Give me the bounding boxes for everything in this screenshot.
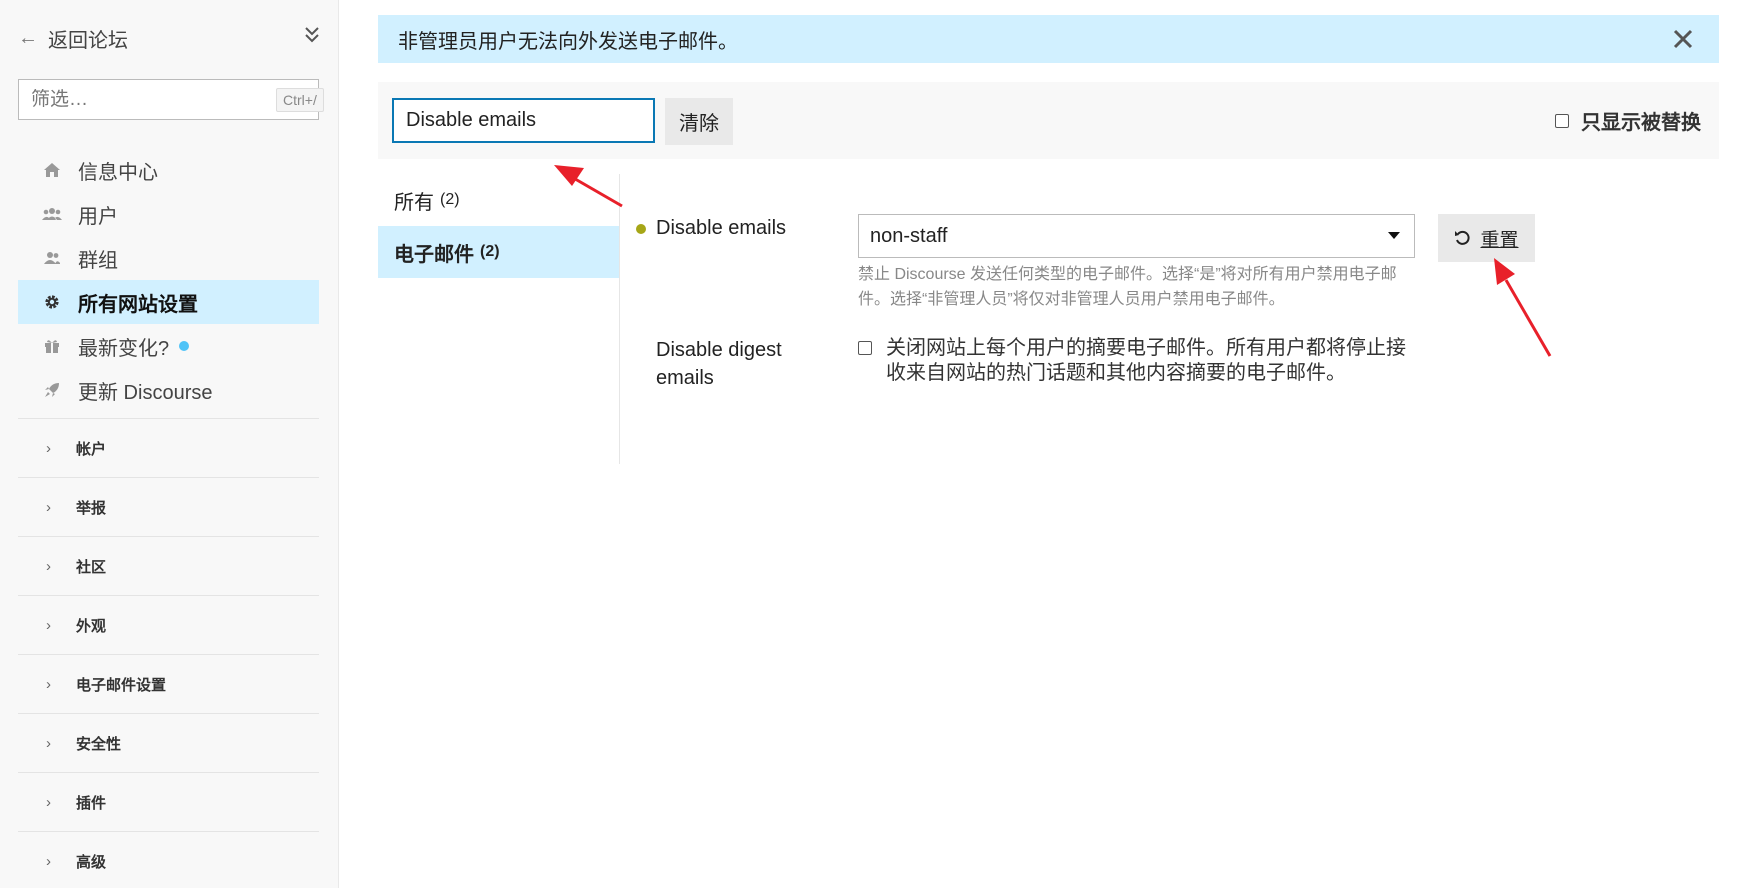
caret-down-icon (1388, 232, 1400, 239)
section-label: 电子邮件设置 (76, 676, 167, 694)
close-icon[interactable] (1669, 25, 1697, 53)
section-label: 帐户 (76, 440, 107, 458)
category-label: 电子邮件 (394, 243, 474, 266)
category-all[interactable]: 所有 (2) (378, 174, 619, 226)
gear-icon (42, 292, 62, 312)
collapse-all-icon[interactable] (304, 26, 320, 49)
arrow-left-icon: ← (18, 27, 38, 49)
sidebar-item-label: 群组 (78, 249, 118, 272)
undo-icon (1454, 229, 1472, 247)
sidebar-section-appearance[interactable]: › 外观 (18, 596, 319, 655)
rocket-icon (42, 380, 62, 400)
chevron-right-icon: › (46, 616, 51, 634)
sidebar-item-users[interactable]: 用户 (18, 192, 319, 236)
new-indicator-dot (179, 341, 190, 351)
admin-sidebar: ← 返回论坛 Ctrl+/ 信息中心 用户 群组 (0, 0, 339, 888)
notice-banner-text: 非管理员用户无法向外发送电子邮件。 (398, 30, 738, 53)
sidebar-nav: 信息中心 用户 群组 所有网站设置 最新变化? 更新 Discourse (18, 148, 319, 412)
setting-description-row: 关闭网站上每个用户的摘要电子邮件。所有用户都将停止接收来自网站的热门话题和其他内… (858, 336, 1418, 386)
category-label: 所有 (394, 191, 434, 214)
chevron-right-icon: › (46, 557, 51, 575)
chevron-right-icon: › (46, 734, 51, 752)
filter-shortcut-hint: Ctrl+/ (276, 87, 324, 112)
category-count: (2) (440, 191, 460, 208)
category-email[interactable]: 电子邮件 (2) (378, 226, 619, 278)
annotation-arrow-reset (1494, 258, 1552, 357)
sidebar-sections: › 帐户 › 举报 › 社区 › 外观 › 电子邮件设置 › 安全性 › 插件 … (18, 418, 319, 888)
sidebar-item-label: 所有网站设置 (78, 293, 198, 316)
gift-icon (42, 336, 62, 356)
chevron-right-icon: › (46, 675, 51, 693)
sidebar-section-community[interactable]: › 社区 (18, 537, 319, 596)
chevron-right-icon: › (46, 793, 51, 811)
sidebar-section-account[interactable]: › 帐户 (18, 419, 319, 478)
section-label: 插件 (76, 794, 107, 812)
select-value: non-staff (870, 224, 948, 247)
home-icon (42, 160, 62, 180)
section-label: 社区 (76, 558, 107, 576)
chevron-right-icon: › (46, 498, 51, 516)
sidebar-section-plugins[interactable]: › 插件 (18, 773, 319, 832)
settings-category-list: 所有 (2) 电子邮件 (2) (378, 174, 620, 464)
sidebar-item-label: 用户 (78, 205, 118, 228)
chevron-right-icon: › (46, 439, 51, 457)
setting-name: Disable emails (656, 217, 787, 239)
disable-digest-checkbox[interactable] (858, 341, 872, 355)
sidebar-item-whats-new[interactable]: 最新变化? (18, 324, 319, 368)
settings-search-bar: 清除 只显示被替换 (378, 82, 1719, 159)
sidebar-item-label: 信息中心 (78, 161, 158, 184)
notice-banner: 非管理员用户无法向外发送电子邮件。 (378, 15, 1719, 63)
group-icon (42, 248, 62, 268)
only-overridden-toggle[interactable]: 只显示被替换 (1555, 106, 1701, 135)
sidebar-section-flags[interactable]: › 举报 (18, 478, 319, 537)
sidebar-section-advanced[interactable]: › 高级 (18, 832, 319, 888)
sidebar-filter-input[interactable] (31, 88, 276, 111)
sidebar-item-dashboard[interactable]: 信息中心 (18, 148, 319, 192)
settings-search-input[interactable] (392, 98, 655, 143)
reset-label: 重置 (1480, 229, 1519, 251)
section-label: 举报 (76, 499, 107, 517)
setting-description: 关闭网站上每个用户的摘要电子邮件。所有用户都将停止接收来自网站的热门话题和其他内… (886, 337, 1406, 384)
sidebar-item-all-site-settings[interactable]: 所有网站设置 (18, 280, 319, 324)
sidebar-section-email-settings[interactable]: › 电子邮件设置 (18, 655, 319, 714)
section-label: 外观 (76, 617, 107, 635)
sidebar-item-groups[interactable]: 群组 (18, 236, 319, 280)
chevron-right-icon: › (46, 852, 51, 870)
only-overridden-label: 只显示被替换 (1581, 112, 1701, 134)
sidebar-item-label: 最新变化? (78, 337, 170, 360)
category-count: (2) (480, 243, 500, 260)
setting-name: Disable digest emails (656, 339, 782, 389)
users-icon (42, 204, 62, 224)
sidebar-item-update-discourse[interactable]: 更新 Discourse (18, 368, 319, 412)
sidebar-item-label: 更新 Discourse (78, 381, 213, 404)
only-overridden-checkbox[interactable] (1555, 113, 1569, 128)
back-to-forum-link[interactable]: ← 返回论坛 (18, 24, 320, 52)
reset-button[interactable]: 重置 (1438, 214, 1535, 262)
section-label: 高级 (76, 853, 107, 871)
clear-button[interactable]: 清除 (665, 98, 733, 145)
back-to-forum-label: 返回论坛 (48, 29, 128, 52)
sidebar-section-security[interactable]: › 安全性 (18, 714, 319, 773)
sidebar-filter: Ctrl+/ (18, 79, 324, 120)
setting-description: 禁止 Discourse 发送任何类型的电子邮件。选择“是”将对所有用户禁用电子… (858, 266, 1397, 308)
disable-emails-select[interactable]: non-staff (858, 214, 1415, 258)
section-label: 安全性 (76, 735, 122, 753)
overridden-indicator-dot (636, 224, 646, 234)
